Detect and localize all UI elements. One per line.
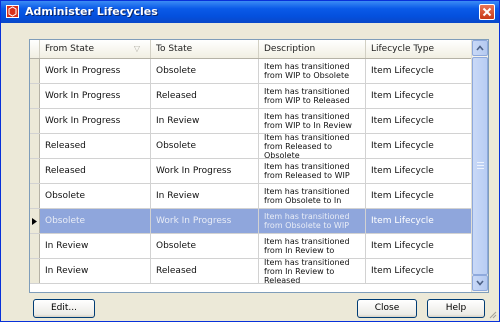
grid-header: From State ▽ To State Description Lifecy… [30, 40, 472, 59]
resize-grip-icon[interactable] [487, 309, 497, 319]
cell-to-state: Released [151, 259, 259, 283]
table-row[interactable]: Obsolete In Review Item has transitioned f… [30, 184, 472, 209]
cell-description: Item has transitioned from Released to O… [259, 134, 366, 158]
cell-description: Item has transitioned from In Review to … [259, 259, 366, 283]
row-selector-cell[interactable] [30, 159, 40, 183]
row-selector-cell[interactable] [30, 59, 40, 83]
window-title: Administer Lifecycles [25, 5, 158, 18]
column-header-label: Description [264, 44, 316, 54]
cell-from-state: In Review [40, 259, 151, 283]
cell-lifecycle-type: Item Lifecycle [366, 259, 472, 283]
vertical-scrollbar[interactable] [471, 40, 488, 292]
cell-lifecycle-type: Item Lifecycle [366, 109, 472, 133]
grid-body: Work In Progress Obsolete Item has transit… [30, 59, 472, 284]
lifecycle-grid[interactable]: From State ▽ To State Description Lifecy… [29, 39, 489, 293]
cell-to-state: In Review [151, 109, 259, 133]
cell-description: Item has transitioned from Obsolete to W… [259, 209, 366, 233]
row-selector-cell[interactable] [30, 109, 40, 133]
row-selector-cell[interactable] [30, 84, 40, 108]
column-header-label: From State [45, 44, 94, 54]
row-selector-cell[interactable] [30, 134, 40, 158]
cell-description: Item has transitioned from In Review to [259, 234, 366, 258]
table-row[interactable]: Work In Progress Obsolete Item has transit… [30, 59, 472, 84]
lifecycle-app-icon [6, 5, 19, 18]
cell-from-state: Obsolete [40, 209, 151, 233]
column-header-description[interactable]: Description [259, 40, 366, 58]
cell-description: Item has transitioned from Released to W… [259, 159, 366, 183]
cell-description: Item has transitioned from WIP to In Rev… [259, 109, 366, 133]
cell-to-state: Work In Progress [151, 209, 259, 233]
cell-from-state: Released [40, 134, 151, 158]
cell-from-state: Work In Progress [40, 59, 151, 83]
cell-from-state: Released [40, 159, 151, 183]
cell-lifecycle-type: Item Lifecycle [366, 84, 472, 108]
cell-from-state: Obsolete [40, 184, 151, 208]
close-window-button[interactable] [479, 4, 495, 20]
table-row[interactable]: Released Work In Progress Item has transit… [30, 159, 472, 184]
row-selector-cell[interactable] [30, 184, 40, 208]
row-selector-cell[interactable] [30, 209, 40, 233]
scrollbar-thumb[interactable] [472, 57, 488, 275]
cell-lifecycle-type: Item Lifecycle [366, 59, 472, 83]
column-header-to-state[interactable]: To State [151, 40, 259, 58]
edit-button[interactable]: Edit... [33, 299, 95, 318]
row-selector-cell[interactable] [30, 259, 40, 283]
title-bar[interactable]: Administer Lifecycles [1, 1, 499, 23]
column-header-label: Lifecycle Type [371, 44, 435, 54]
cell-description: Item has transitioned from Obsolete to I… [259, 184, 366, 208]
table-row[interactable]: In Review Released Item has transitioned f… [30, 259, 472, 284]
cell-lifecycle-type: Item Lifecycle [366, 184, 472, 208]
help-button[interactable]: Help [427, 299, 485, 318]
table-row[interactable]: Obsolete Work In Progress Item has transit… [30, 209, 472, 234]
cell-lifecycle-type: Item Lifecycle [366, 134, 472, 158]
table-row[interactable]: Released Obsolete Item has transitioned fr… [30, 134, 472, 159]
close-button[interactable]: Close [357, 299, 417, 318]
administer-lifecycles-dialog: Administer Lifecycles From State ▽ To St… [0, 0, 500, 322]
cell-lifecycle-type: Item Lifecycle [366, 209, 472, 233]
cell-to-state: In Review [151, 184, 259, 208]
column-header-from-state[interactable]: From State ▽ [40, 40, 151, 58]
table-row[interactable]: In Review Obsolete Item has transitioned f… [30, 234, 472, 259]
cell-to-state: Released [151, 84, 259, 108]
scroll-up-button[interactable] [472, 40, 488, 56]
row-selector-cell[interactable] [30, 234, 40, 258]
cell-from-state: Work In Progress [40, 84, 151, 108]
column-header-label: To State [156, 44, 193, 54]
cell-to-state: Work In Progress [151, 159, 259, 183]
cell-from-state: In Review [40, 234, 151, 258]
cell-to-state: Obsolete [151, 59, 259, 83]
scroll-down-button[interactable] [472, 275, 488, 291]
cell-from-state: Work In Progress [40, 109, 151, 133]
table-row[interactable]: Work In Progress In Review Item has transi… [30, 109, 472, 134]
chevron-up-icon [476, 45, 484, 51]
table-row[interactable]: Work In Progress Released Item has transit… [30, 84, 472, 109]
cell-description: Item has transitioned from WIP to Obsole… [259, 59, 366, 83]
header-selector-cell [30, 40, 40, 58]
sort-indicator-icon: ▽ [133, 44, 140, 53]
cell-to-state: Obsolete [151, 234, 259, 258]
cell-lifecycle-type: Item Lifecycle [366, 159, 472, 183]
cell-to-state: Obsolete [151, 134, 259, 158]
close-icon [482, 7, 492, 17]
cell-description: Item has transitioned from WIP to Releas… [259, 84, 366, 108]
column-header-lifecycle-type[interactable]: Lifecycle Type [366, 40, 472, 58]
chevron-down-icon [476, 280, 484, 286]
row-pointer-icon [32, 217, 37, 225]
cell-lifecycle-type: Item Lifecycle [366, 234, 472, 258]
